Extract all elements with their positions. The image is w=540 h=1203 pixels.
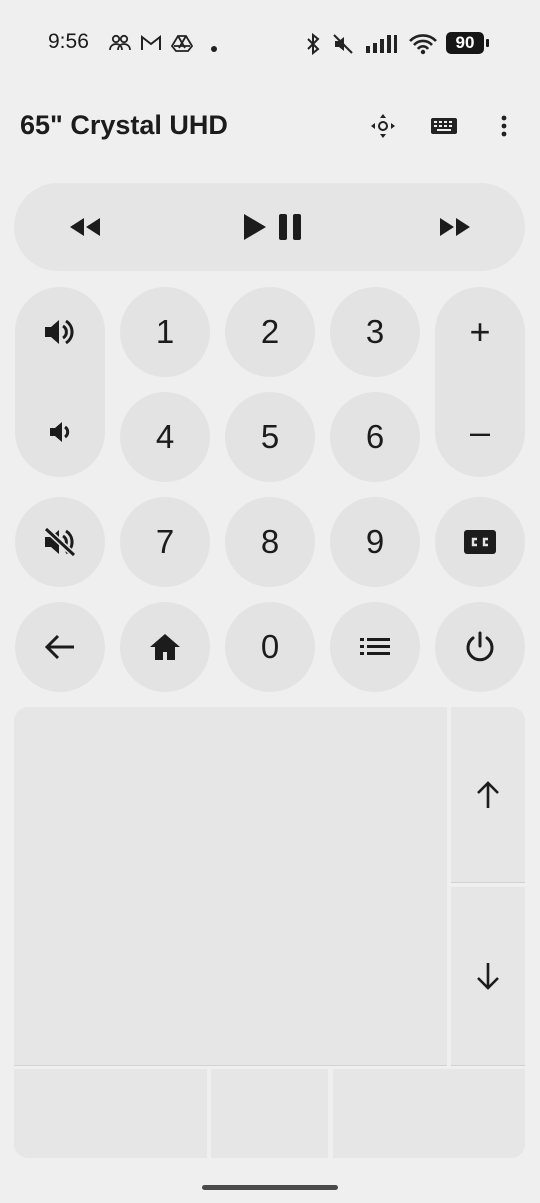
- scroll-down-button[interactable]: [451, 887, 525, 1065]
- mute-button[interactable]: [15, 497, 105, 587]
- arrow-up-icon: [477, 780, 499, 808]
- play-pause-button[interactable]: [222, 207, 322, 247]
- more-options-button[interactable]: [486, 108, 522, 144]
- bluetooth-icon: [305, 32, 321, 60]
- home-button[interactable]: [120, 602, 210, 692]
- digit-7-button[interactable]: 7: [120, 497, 210, 587]
- dpad-icon: [371, 114, 395, 138]
- battery-icon: 90: [446, 32, 484, 54]
- back-arrow-icon: [44, 634, 74, 660]
- signal-icon: [364, 33, 398, 60]
- mute-icon: [332, 33, 354, 60]
- battery-tip: [486, 39, 489, 47]
- closed-caption-icon: [464, 530, 496, 554]
- arrow-down-icon: [477, 963, 499, 990]
- menu-list-button[interactable]: [330, 602, 420, 692]
- digit-1-button[interactable]: 1: [120, 287, 210, 377]
- status-time: 9:56: [48, 30, 89, 53]
- volume-up-icon: [45, 319, 74, 345]
- volume-down-icon: [50, 422, 70, 442]
- fast-forward-icon: [440, 218, 470, 236]
- digit-3-button[interactable]: 3: [330, 287, 420, 377]
- volume-control: [15, 287, 105, 477]
- digit-8-button[interactable]: 8: [225, 497, 315, 587]
- channel-up-button[interactable]: +: [435, 287, 525, 377]
- digit-9-button[interactable]: 9: [330, 497, 420, 587]
- back-button[interactable]: [15, 602, 105, 692]
- digit-4-button[interactable]: 4: [120, 392, 210, 482]
- page-title: 65" Crystal UHD: [20, 110, 228, 140]
- gmail-icon: [140, 33, 162, 58]
- rewind-button[interactable]: [54, 207, 114, 247]
- touchpad[interactable]: [14, 707, 447, 1065]
- touchpad-middle-click[interactable]: [211, 1069, 328, 1158]
- volume-down-button[interactable]: [15, 387, 105, 477]
- channel-down-button[interactable]: –: [435, 387, 525, 477]
- volume-up-button[interactable]: [15, 287, 105, 377]
- touchpad-right-click[interactable]: [333, 1069, 525, 1158]
- digit-6-button[interactable]: 6: [330, 392, 420, 482]
- dpad-button[interactable]: [365, 108, 401, 144]
- closed-caption-button[interactable]: [435, 497, 525, 587]
- touchpad-left-click[interactable]: [14, 1069, 207, 1158]
- digit-5-button[interactable]: 5: [225, 392, 315, 482]
- power-button[interactable]: [435, 602, 525, 692]
- gesture-home-indicator[interactable]: [202, 1185, 338, 1190]
- people-icon: [108, 33, 132, 58]
- channel-control: + –: [435, 287, 525, 477]
- keyboard-button[interactable]: [426, 108, 462, 144]
- digit-2-button[interactable]: 2: [225, 287, 315, 377]
- scroll-up-button[interactable]: [451, 707, 525, 882]
- play-pause-icon: [244, 214, 301, 240]
- wifi-icon: [408, 33, 438, 60]
- keyboard-icon: [431, 118, 457, 134]
- fast-forward-button[interactable]: [426, 207, 486, 247]
- menu-list-icon: [360, 638, 390, 655]
- digit-0-button[interactable]: 0: [225, 602, 315, 692]
- mute-icon: [43, 526, 77, 558]
- dot-icon: [210, 40, 218, 58]
- rewind-icon: [70, 218, 100, 236]
- home-icon: [150, 634, 180, 660]
- power-icon: [466, 631, 494, 662]
- status-bar: 9:56 90: [0, 28, 540, 60]
- media-controls: [14, 183, 525, 271]
- more-vert-icon: [501, 115, 507, 137]
- drive-icon: [170, 33, 194, 58]
